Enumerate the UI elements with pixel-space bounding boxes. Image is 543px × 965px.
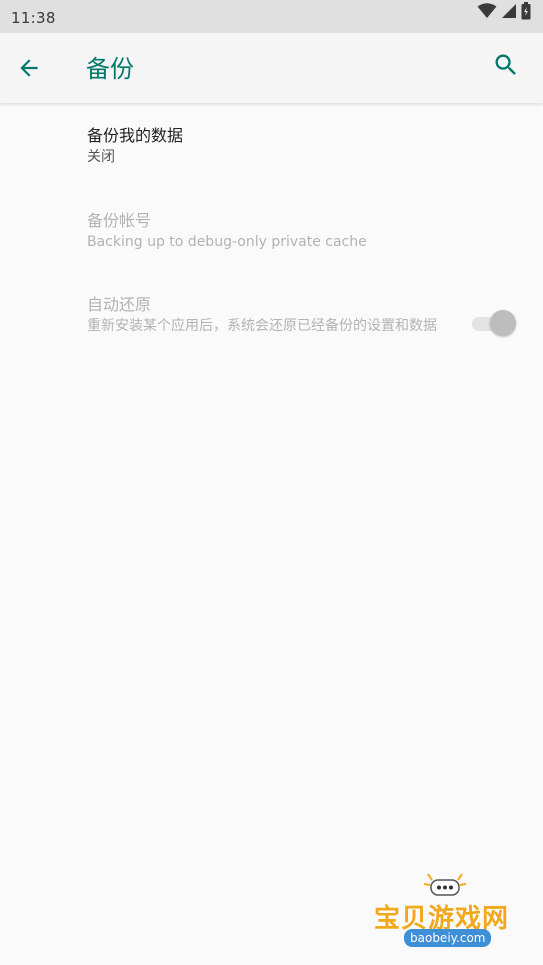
pref-backup-my-data[interactable]: 备份我的数据 关闭 [87, 125, 447, 167]
watermark-url: baobeiy.com [404, 929, 492, 947]
auto-restore-switch[interactable] [472, 310, 516, 336]
search-icon [492, 51, 520, 83]
cell-signal-icon [501, 3, 517, 23]
pref-backup-account: 备份帐号 Backing up to debug-only private ca… [87, 210, 447, 252]
pref-summary: 重新安装某个应用后，系统会还原已经备份的设置和数据 [87, 318, 437, 334]
status-icons [477, 2, 531, 24]
pref-title: 备份我的数据 [87, 126, 184, 145]
status-time: 11:38 [11, 9, 56, 27]
status-bar: 11:38 [0, 0, 543, 33]
battery-icon [521, 2, 531, 24]
pref-title: 自动还原 [87, 295, 152, 314]
pref-summary: Backing up to debug-only private cache [87, 234, 367, 250]
back-button[interactable] [12, 53, 46, 87]
watermark: 宝贝游戏网 baobeiy.com [370, 870, 520, 960]
page-title: 备份 [86, 55, 134, 83]
pref-summary: 关闭 [87, 149, 115, 165]
pref-auto-restore: 自动还原 重新安装某个应用后，系统会还原已经备份的设置和数据 [87, 294, 447, 336]
switch-thumb [490, 310, 516, 336]
pref-title: 备份帐号 [87, 211, 152, 230]
app-bar: 备份 [0, 33, 543, 103]
arrow-back-icon [16, 55, 42, 85]
search-button[interactable] [488, 49, 524, 85]
wifi-icon [477, 3, 497, 23]
